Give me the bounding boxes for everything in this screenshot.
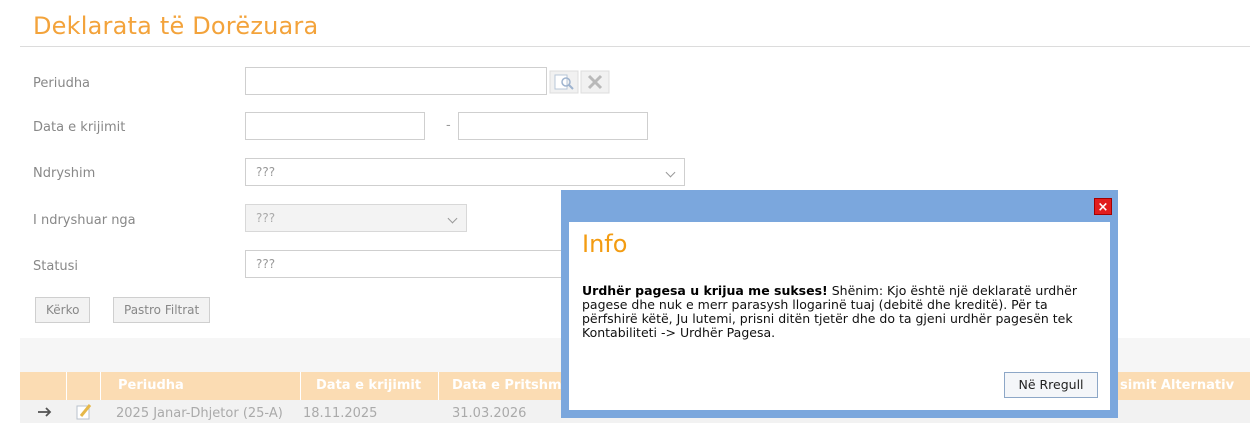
- dialog-message: Urdhër pagesa u krijua me sukses! Shënim…: [582, 284, 1102, 340]
- data-krijimit-label: Data e krijimit: [33, 120, 126, 135]
- statusi-label: Statusi: [33, 259, 79, 274]
- title-divider: [20, 46, 1250, 47]
- periudha-label: Periudha: [33, 76, 91, 91]
- row-periudha: 2025 Janar-Dhjetor (25-A): [116, 406, 283, 421]
- dialog-message-bold: Urdhër pagesa u krijua me sukses!: [582, 283, 828, 298]
- column-divider: [438, 372, 439, 400]
- dialog-title: Info: [582, 230, 628, 258]
- ndryshim-label: Ndryshim: [33, 166, 96, 181]
- column-header-data-krijimit[interactable]: Data e krijimit: [316, 378, 421, 393]
- column-header-periudha[interactable]: Periudha: [118, 378, 184, 393]
- edit-icon[interactable]: [75, 402, 93, 423]
- ndryshuar-nga-label: I ndryshuar nga: [33, 213, 136, 228]
- column-divider: [66, 372, 67, 400]
- date-separator: -: [446, 118, 451, 133]
- search-button[interactable]: Kërko: [35, 297, 91, 323]
- chevron-down-icon: [447, 213, 458, 224]
- periudha-input[interactable]: [245, 67, 547, 95]
- column-divider: [300, 372, 301, 400]
- periudha-clear-icon[interactable]: [580, 70, 610, 94]
- info-dialog: × Info Urdhër pagesa u krijua me sukses!…: [561, 190, 1118, 418]
- date-from-input[interactable]: [245, 112, 425, 140]
- dialog-body: Info Urdhër pagesa u krijua me sukses! S…: [569, 222, 1110, 410]
- page-title: Deklarata të Dorëzuara: [33, 12, 319, 40]
- close-icon[interactable]: ×: [1094, 198, 1112, 215]
- ndryshuar-nga-value: ???: [256, 211, 276, 225]
- column-header-alternativ[interactable]: simit Alternativ: [1120, 378, 1234, 393]
- statusi-value: ???: [256, 257, 276, 271]
- arrow-right-icon[interactable]: [36, 403, 54, 423]
- ndryshim-value: ???: [256, 165, 276, 179]
- periudha-search-icon[interactable]: [549, 70, 579, 94]
- date-to-input[interactable]: [458, 112, 648, 140]
- ndryshuar-nga-select: ???: [245, 204, 467, 232]
- row-data-krijimit: 18.11.2025: [303, 406, 378, 421]
- column-divider: [100, 372, 101, 400]
- column-header-data-pritshme[interactable]: Data e Pritshm: [452, 378, 562, 393]
- clear-filters-button[interactable]: Pastro Filtrat: [113, 297, 211, 323]
- row-data-pritshme: 31.03.2026: [452, 406, 527, 421]
- chevron-down-icon: [665, 167, 676, 178]
- ndryshim-select[interactable]: ???: [245, 158, 685, 186]
- ok-button[interactable]: Në Rregull: [1004, 372, 1098, 398]
